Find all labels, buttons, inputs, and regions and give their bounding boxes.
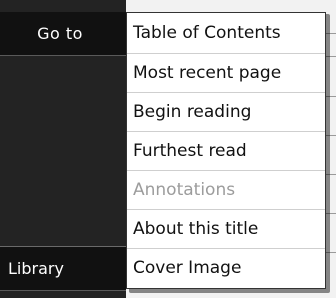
menu-item-furthest-read[interactable]: Furthest read (127, 132, 325, 171)
menu-item-annotations: Annotations (127, 171, 325, 210)
menu-item-about-this-title[interactable]: About this title (127, 210, 325, 249)
menu-item-most-recent-page[interactable]: Most recent page (127, 54, 325, 93)
goto-menu: Table of Contents Most recent page Begin… (126, 12, 326, 289)
menu-item-cover-image[interactable]: Cover Image (127, 249, 325, 288)
menu-item-begin-reading[interactable]: Begin reading (127, 93, 325, 132)
navigation-pane: Go to Library (0, 0, 126, 298)
menu-item-table-of-contents[interactable]: Table of Contents (127, 13, 325, 54)
library-button[interactable]: Library (0, 247, 126, 291)
reader-screen: Go to Library Table of Contents Most rec… (0, 0, 336, 298)
goto-button[interactable]: Go to (0, 12, 126, 56)
